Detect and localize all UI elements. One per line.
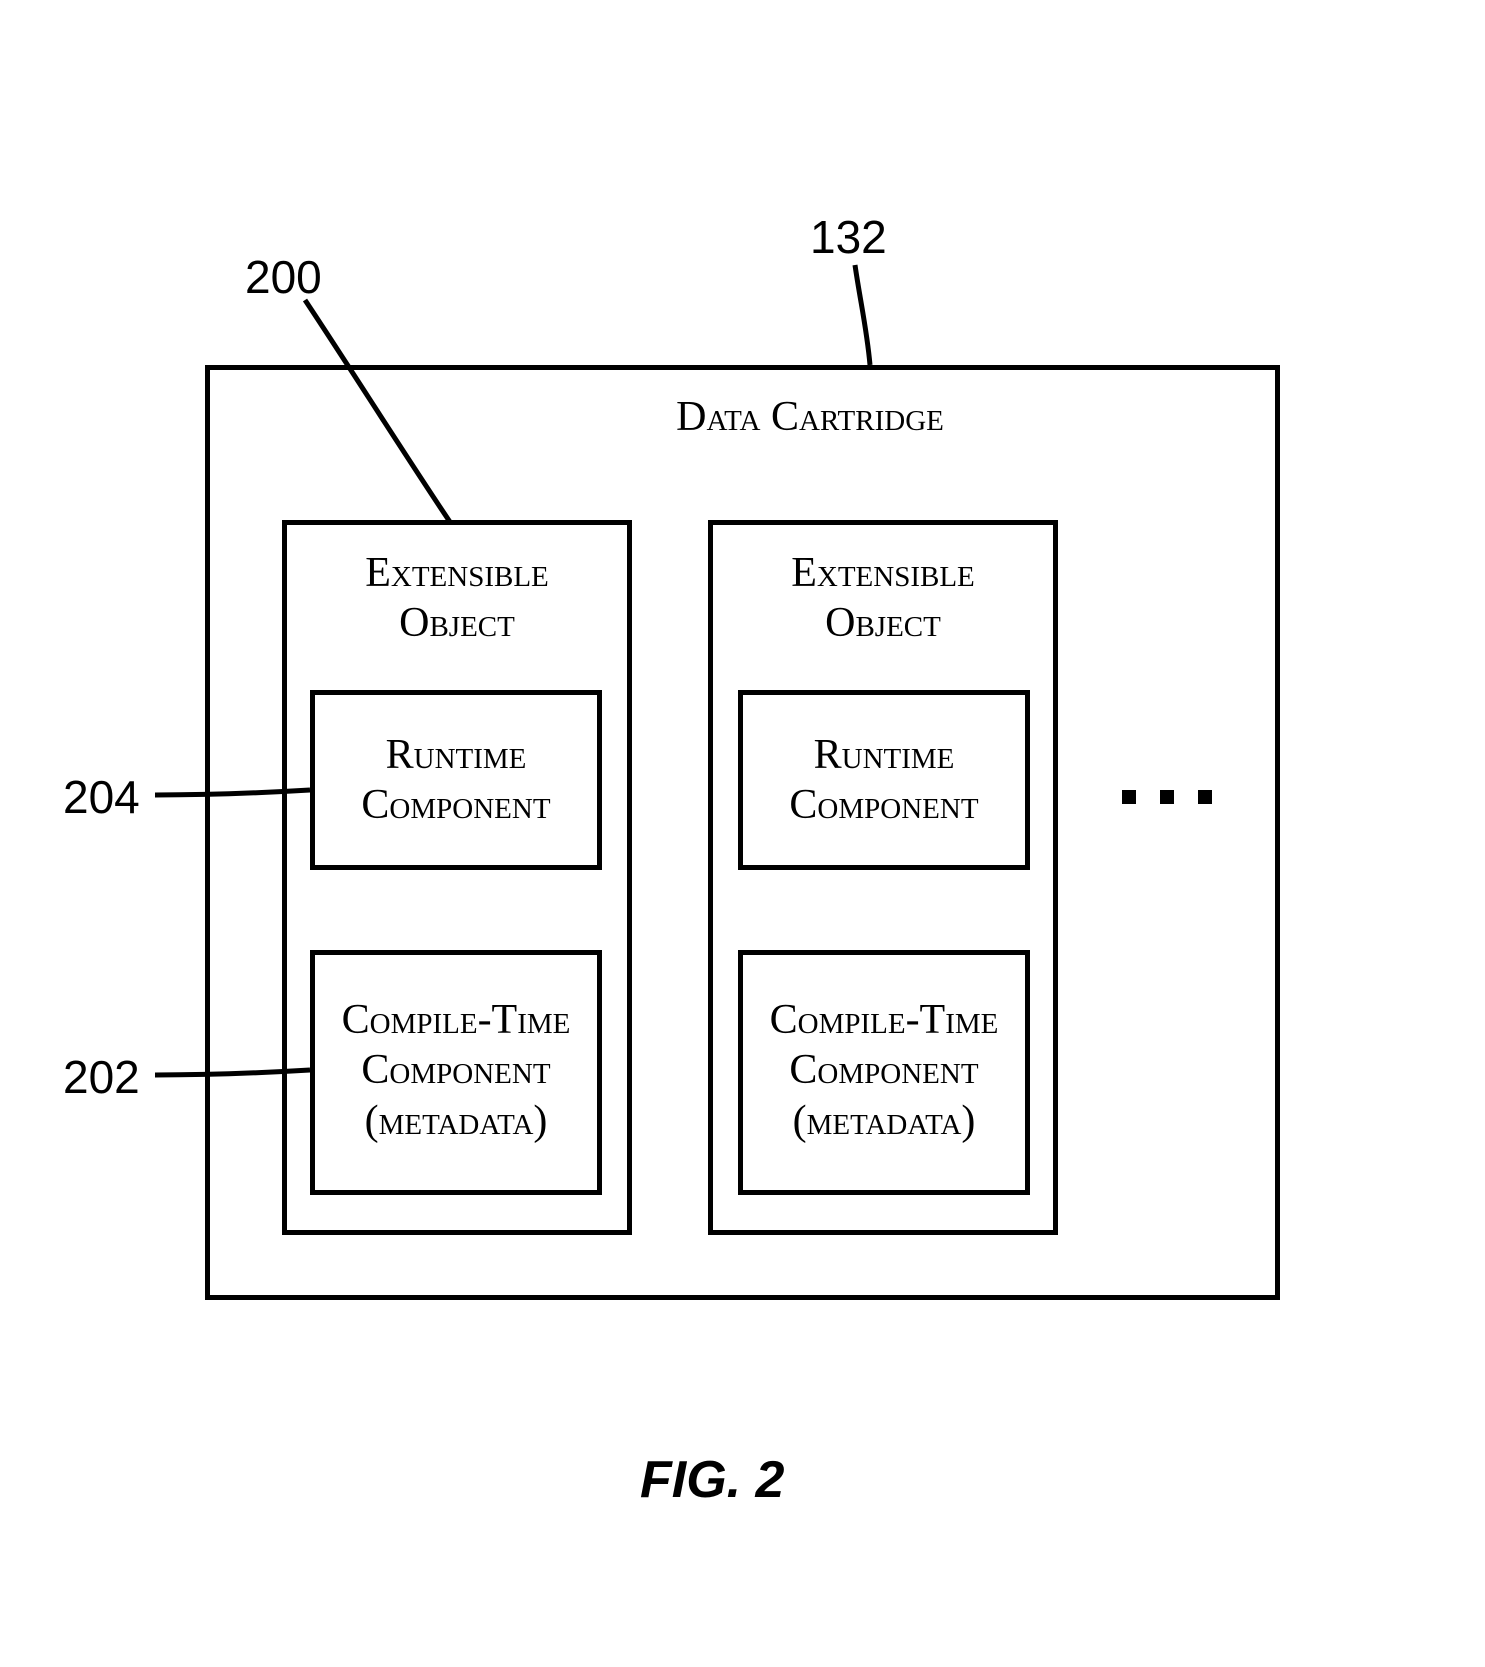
data-cartridge-title: Data Cartridge [560, 392, 1060, 442]
compile-1-label: Compile-Time Component (metadata) [310, 995, 602, 1146]
ref-204: 204 [63, 770, 140, 824]
figure-caption: FIG. 2 [640, 1450, 784, 1510]
runtime-2-label: Runtime Component [738, 730, 1030, 831]
ref-200: 200 [245, 250, 322, 304]
ellipsis-icon [1122, 790, 1236, 809]
diagram-stage: Data Cartridge Extensible Object Runtime… [0, 0, 1485, 1667]
ref-202: 202 [63, 1050, 140, 1104]
extensible-object-2-title: Extensible Object [708, 548, 1058, 649]
extensible-object-1-title: Extensible Object [282, 548, 632, 649]
compile-2-label: Compile-Time Component (metadata) [738, 995, 1030, 1146]
ref-132: 132 [810, 210, 887, 264]
runtime-1-label: Runtime Component [310, 730, 602, 831]
